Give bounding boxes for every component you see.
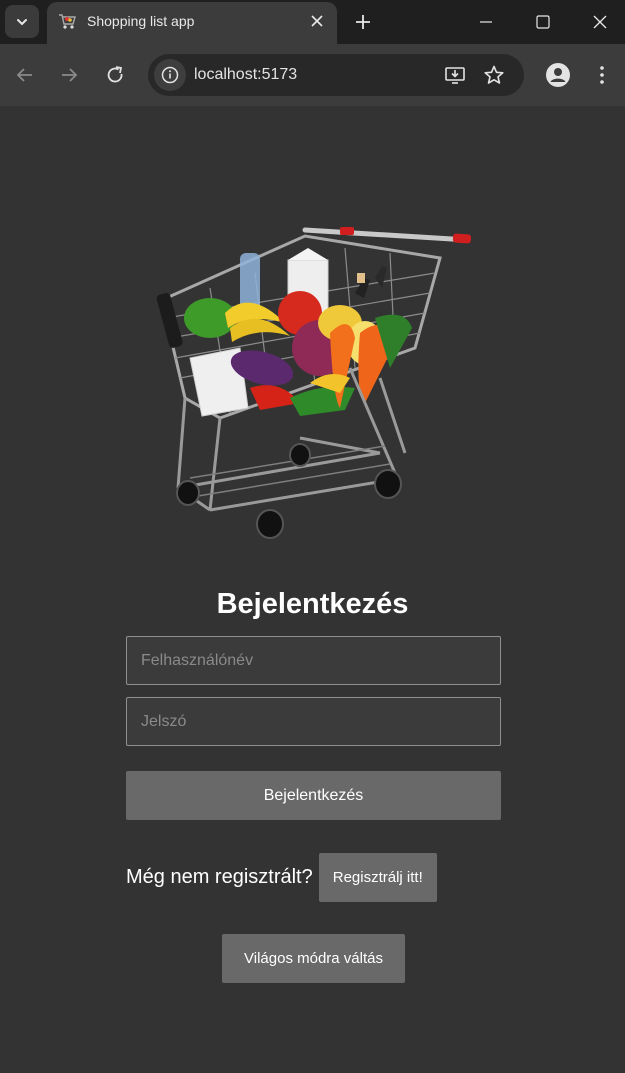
register-row: Még nem regisztrált? Regisztrálj itt! bbox=[126, 853, 437, 902]
install-app-icon[interactable] bbox=[444, 64, 466, 86]
active-tab[interactable]: Shopping list app bbox=[47, 2, 337, 44]
register-prompt: Még nem regisztrált? bbox=[126, 866, 313, 888]
username-input[interactable] bbox=[126, 636, 501, 685]
login-button[interactable]: Bejelentkezés bbox=[126, 771, 501, 820]
menu-icon[interactable] bbox=[590, 63, 614, 87]
shopping-cart-image bbox=[156, 227, 472, 539]
reload-icon[interactable] bbox=[103, 63, 127, 87]
tab-search-button[interactable] bbox=[5, 5, 39, 38]
minimize-icon[interactable] bbox=[474, 10, 498, 34]
theme-toggle-button[interactable]: Világos módra váltás bbox=[222, 934, 405, 983]
tab-title: Shopping list app bbox=[87, 13, 195, 29]
register-button[interactable]: Regisztrálj itt! bbox=[318, 853, 437, 902]
star-icon[interactable] bbox=[483, 64, 505, 86]
site-info-button[interactable] bbox=[154, 59, 186, 91]
back-icon[interactable] bbox=[13, 63, 37, 87]
maximize-icon[interactable] bbox=[531, 10, 555, 34]
profile-icon[interactable] bbox=[545, 62, 571, 88]
chevron-down-icon bbox=[17, 18, 27, 25]
browser-toolbar: localhost:5173 bbox=[0, 44, 625, 106]
info-icon bbox=[161, 66, 179, 84]
tab-strip: Shopping list app bbox=[0, 0, 625, 44]
address-bar[interactable]: localhost:5173 bbox=[148, 54, 524, 96]
url-text: localhost:5173 bbox=[194, 66, 298, 83]
login-title: Bejelentkezés bbox=[216, 588, 409, 620]
forward-icon[interactable] bbox=[57, 63, 81, 87]
window-close-icon[interactable] bbox=[588, 10, 612, 34]
cart-favicon bbox=[59, 14, 76, 29]
plus-icon[interactable] bbox=[352, 11, 374, 33]
close-icon[interactable] bbox=[309, 13, 325, 29]
password-input[interactable] bbox=[126, 697, 501, 746]
